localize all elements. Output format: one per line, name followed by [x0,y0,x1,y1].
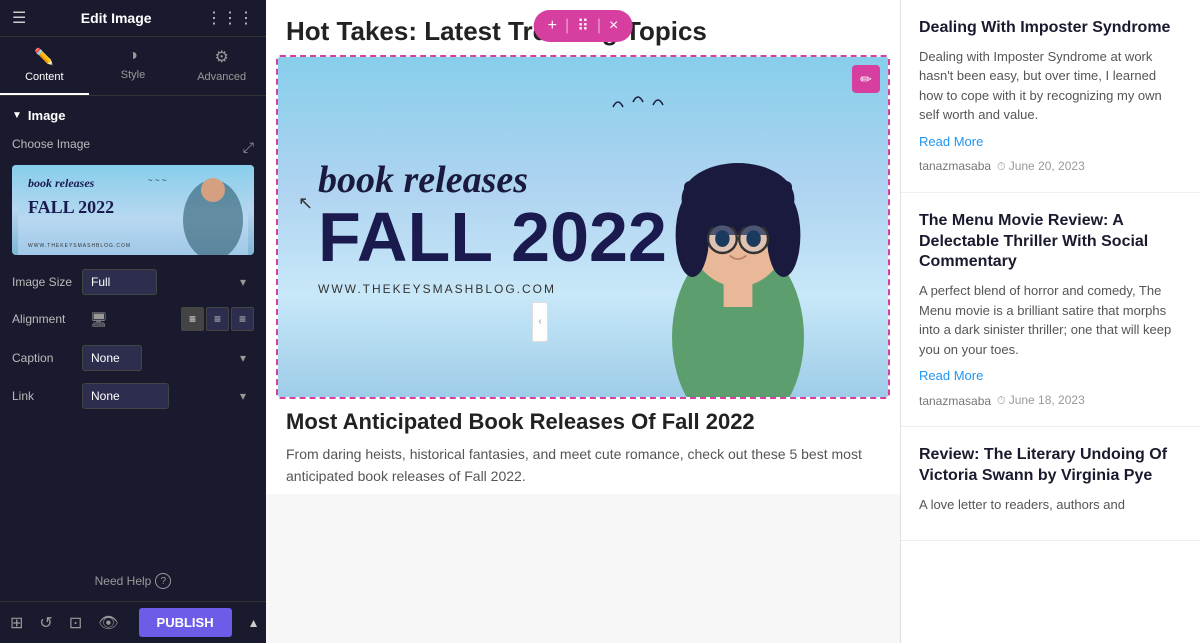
image-section-header: ▼ Image [12,108,254,123]
floating-toolbar: + | ⠿ | × [534,10,633,42]
banner-website: WWW.THEKEYSMASHBLOG.COM [318,282,667,296]
history-icon[interactable]: ↺ [39,613,52,633]
panel-content: ▼ Image Choose Image ⤢ [0,96,266,561]
tab-advanced[interactable]: ⚙ Advanced [177,37,266,95]
sidebar-card-title-1: Dealing With Imposter Syndrome [919,18,1182,39]
alignment-row: Alignment 🖥 ≡ ≡ ≡ [12,307,254,331]
svg-text:WWW.THEKEYSMASHBLOG.COM: WWW.THEKEYSMASHBLOG.COM [28,243,131,249]
publish-button[interactable]: PUBLISH [139,608,232,637]
sidebar-card-title-2: The Menu Movie Review: A Delectable Thri… [919,211,1182,273]
toolbar-divider2: | [597,17,601,35]
image-section-label: Image [28,108,66,123]
article-title: Most Anticipated Book Releases Of Fall 2… [286,409,880,435]
meta-author-1: tanazmasaba [919,159,991,173]
responsive-icon[interactable]: ⊡ [69,613,82,633]
alignment-label: Alignment [12,312,82,326]
sidebar-card-2: The Menu Movie Review: A Delectable Thri… [901,193,1200,427]
grid-icon[interactable]: ⋮⋮⋮ [206,8,254,28]
sidebar-card-meta-1: tanazmasaba June 20, 2023 [919,159,1182,174]
align-center-button[interactable]: ≡ [206,307,229,331]
right-sidebar: Dealing With Imposter Syndrome Dealing w… [900,0,1200,643]
sidebar-card-3: Review: The Literary Undoing Of Victoria… [901,427,1200,541]
banner-girl [618,97,858,397]
article-meta: Most Anticipated Book Releases Of Fall 2… [266,399,900,494]
selected-image-container[interactable]: ✏ book releases FALL 2022 WWW.THEKEYSM [276,55,890,399]
style-tab-icon: ◑ [128,47,138,65]
choose-image-header: Choose Image ⤢ [12,137,254,157]
layers-icon[interactable]: ⊞ [10,613,23,633]
sidebar-card-title-3: Review: The Literary Undoing Of Victoria… [919,445,1182,487]
align-left-button[interactable]: ≡ [181,307,204,331]
cursor-indicator: ↖ [298,193,313,214]
svg-text:~ ~ ~: ~ ~ ~ [148,176,167,185]
need-help-text: Need Help [95,574,152,588]
tab-content[interactable]: ✏️ Content [0,37,89,95]
toolbar-divider: | [565,17,569,35]
tab-style[interactable]: ◑ Style [89,37,178,95]
book-banner-text: book releases FALL 2022 WWW.THEKEYSMASHB… [318,158,667,296]
choose-image-label: Choose Image [12,137,90,151]
meta-author-2: tanazmasaba [919,394,991,408]
read-more-2[interactable]: Read More [919,368,983,383]
canvas-area: Hot Takes: Latest Trending Topics ✏ book [266,0,900,494]
need-help-section: Need Help ? [0,561,266,601]
tab-content-label: Content [25,71,64,83]
banner-line3: FALL 2022 [318,202,667,272]
section-arrow-icon: ▼ [12,110,22,121]
book-banner: book releases FALL 2022 WWW.THEKEYSMASHB… [278,57,888,397]
panel-title: Edit Image [81,10,152,26]
tab-style-label: Style [121,69,145,81]
hamburger-icon[interactable]: ☰ [12,8,26,28]
align-buttons: ≡ ≡ ≡ [181,307,254,331]
help-icon[interactable]: ? [155,573,171,589]
link-row: Link None Media File Custom URL [12,383,254,409]
sidebar-card-excerpt-3: A love letter to readers, authors and [919,495,1182,515]
main-canvas: ‹ + | ⠿ | × Hot Takes: Latest Trending T… [266,0,900,643]
meta-date-1: June 20, 2023 [997,159,1085,174]
left-panel: ☰ Edit Image ⋮⋮⋮ ✏️ Content ◑ Style ⚙ Ad… [0,0,266,643]
meta-date-2: June 18, 2023 [997,393,1085,408]
choose-image-row: Choose Image ⤢ [12,137,254,255]
caption-select-wrapper: None Custom [82,345,254,371]
svg-text:book releases: book releases [28,176,95,190]
sidebar-card-meta-2: tanazmasaba June 18, 2023 [919,393,1182,408]
tab-bar: ✏️ Content ◑ Style ⚙ Advanced [0,37,266,96]
tab-advanced-label: Advanced [197,71,246,83]
image-preview-inner: book releases FALL 2022 WWW.THEKEYSMASHB… [12,165,254,255]
duplicate-icon[interactable]: ⤢ [243,139,254,156]
caption-label: Caption [12,351,82,365]
desktop-icon: 🖥 [90,311,108,328]
preview-svg: book releases FALL 2022 WWW.THEKEYSMASHB… [12,165,254,255]
sidebar-card-excerpt-2: A perfect blend of horror and comedy, Th… [919,281,1182,359]
advanced-tab-icon: ⚙ [215,47,229,67]
collapse-panel-button[interactable]: ‹ [532,302,548,342]
article-excerpt: From daring heists, historical fantasies… [286,443,880,488]
caption-row: Caption None Custom [12,345,254,371]
banner-line1: book releases [318,158,667,202]
edit-image-button[interactable]: ✏ [852,65,880,93]
sidebar-card-1: Dealing With Imposter Syndrome Dealing w… [901,0,1200,193]
add-icon[interactable]: + [548,17,557,35]
top-bar: ☰ Edit Image ⋮⋮⋮ [0,0,266,37]
link-select[interactable]: None Media File Custom URL [82,383,169,409]
align-right-button[interactable]: ≡ [231,307,254,331]
move-icon[interactable]: ⠿ [577,16,589,36]
bottom-bar: ⊞ ↺ ⊡ 👁 PUBLISH ▲ [0,601,266,643]
image-size-select[interactable]: Full Large Medium Thumbnail [82,269,157,295]
svg-text:FALL 2022: FALL 2022 [28,197,114,217]
expand-icon[interactable]: ▲ [248,616,260,630]
read-more-1[interactable]: Read More [919,134,983,149]
image-size-row: Image Size Full Large Medium Thumbnail [12,269,254,295]
eye-icon[interactable]: 👁 [98,613,118,633]
sidebar-card-excerpt-1: Dealing with Imposter Syndrome at work h… [919,47,1182,125]
image-preview[interactable]: book releases FALL 2022 WWW.THEKEYSMASHB… [12,165,254,255]
link-label: Link [12,389,82,403]
image-size-label: Image Size [12,275,82,289]
image-size-select-wrapper: Full Large Medium Thumbnail [82,269,254,295]
link-select-wrapper: None Media File Custom URL [82,383,254,409]
content-tab-icon: ✏️ [34,47,54,67]
caption-select[interactable]: None Custom [82,345,142,371]
close-icon[interactable]: × [609,17,618,35]
